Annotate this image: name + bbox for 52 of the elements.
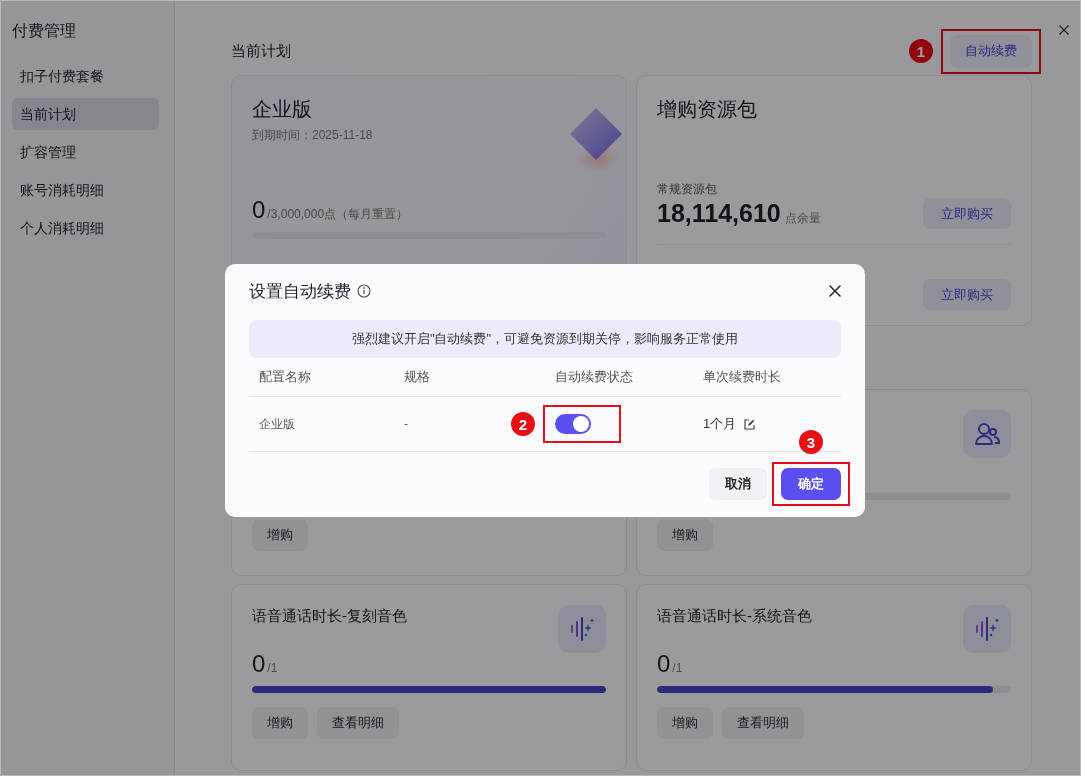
- annotation-badge: 3: [799, 430, 823, 454]
- pack-label: 常规资源包: [657, 181, 718, 198]
- purchase-button[interactable]: 增购: [657, 707, 713, 739]
- purchase-button[interactable]: 增购: [252, 519, 308, 551]
- sidebar-item[interactable]: 当前计划: [12, 98, 159, 130]
- table-cell: 1个月: [703, 415, 737, 433]
- column-header: 配置名称: [249, 358, 394, 397]
- usage-count: 0: [657, 650, 671, 678]
- column-header: 单次续费时长: [693, 358, 841, 397]
- buy-now-button[interactable]: 立即购买: [923, 279, 1011, 310]
- sidebar-item[interactable]: 账号消耗明细: [12, 174, 159, 206]
- balance-unit: 点余量: [784, 210, 821, 227]
- waveform-sparkle-icon: [974, 616, 1000, 642]
- sidebar-title: 付费管理: [12, 21, 77, 41]
- card-title: 语音通话时长-系统音色: [657, 607, 813, 626]
- balance-amount: 18,114,610: [657, 199, 781, 228]
- card-title: 增购资源包: [657, 97, 758, 122]
- purchase-button[interactable]: 增购: [252, 707, 308, 739]
- info-icon[interactable]: [357, 284, 371, 298]
- sidebar-item[interactable]: 个人消耗明细: [12, 212, 159, 244]
- cancel-button[interactable]: 取消: [709, 468, 767, 500]
- annotation-badge: 1: [909, 39, 933, 63]
- section-title: 当前计划: [231, 41, 291, 61]
- plan-title: 企业版: [252, 97, 313, 122]
- annotation-badge: 2: [511, 412, 535, 436]
- sidebar-item[interactable]: 扩容管理: [12, 136, 159, 168]
- purchase-button[interactable]: 增购: [657, 519, 713, 551]
- buy-now-button[interactable]: 立即购买: [923, 198, 1011, 229]
- details-button[interactable]: 查看明细: [317, 707, 399, 739]
- column-header: 自动续费状态: [545, 358, 693, 397]
- usage-count: 0: [252, 196, 266, 224]
- auto-renew-button[interactable]: 自动续费: [950, 34, 1032, 68]
- close-icon[interactable]: [1059, 25, 1069, 35]
- confirm-button[interactable]: 确定: [781, 468, 841, 500]
- usage-count: 0: [252, 650, 266, 678]
- dialog-title: 设置自动续费: [249, 280, 351, 303]
- table-cell: 企业版: [259, 415, 295, 433]
- waveform-sparkle-icon: [569, 616, 595, 642]
- users-icon: [974, 422, 1000, 446]
- details-button[interactable]: 查看明细: [722, 707, 804, 739]
- notice-banner: 强烈建议开启"自动续费"，可避免资源到期关停，影响服务正常使用: [249, 320, 841, 358]
- close-icon[interactable]: [829, 285, 841, 297]
- expiry-date: 到期时间：2025-11-18: [252, 127, 374, 144]
- table-cell: -: [404, 417, 408, 431]
- column-header: 规格: [394, 358, 545, 397]
- sidebar-item[interactable]: 扣子付费套餐: [12, 60, 159, 92]
- quota-text: /1: [267, 661, 278, 675]
- toggle-switch[interactable]: [555, 414, 591, 434]
- quota-text: /3,000,000点（每月重置）: [267, 206, 409, 223]
- card-title: 语音通话时长-复刻音色: [252, 607, 408, 626]
- quota-text: /1: [672, 661, 683, 675]
- edit-icon[interactable]: [744, 418, 756, 430]
